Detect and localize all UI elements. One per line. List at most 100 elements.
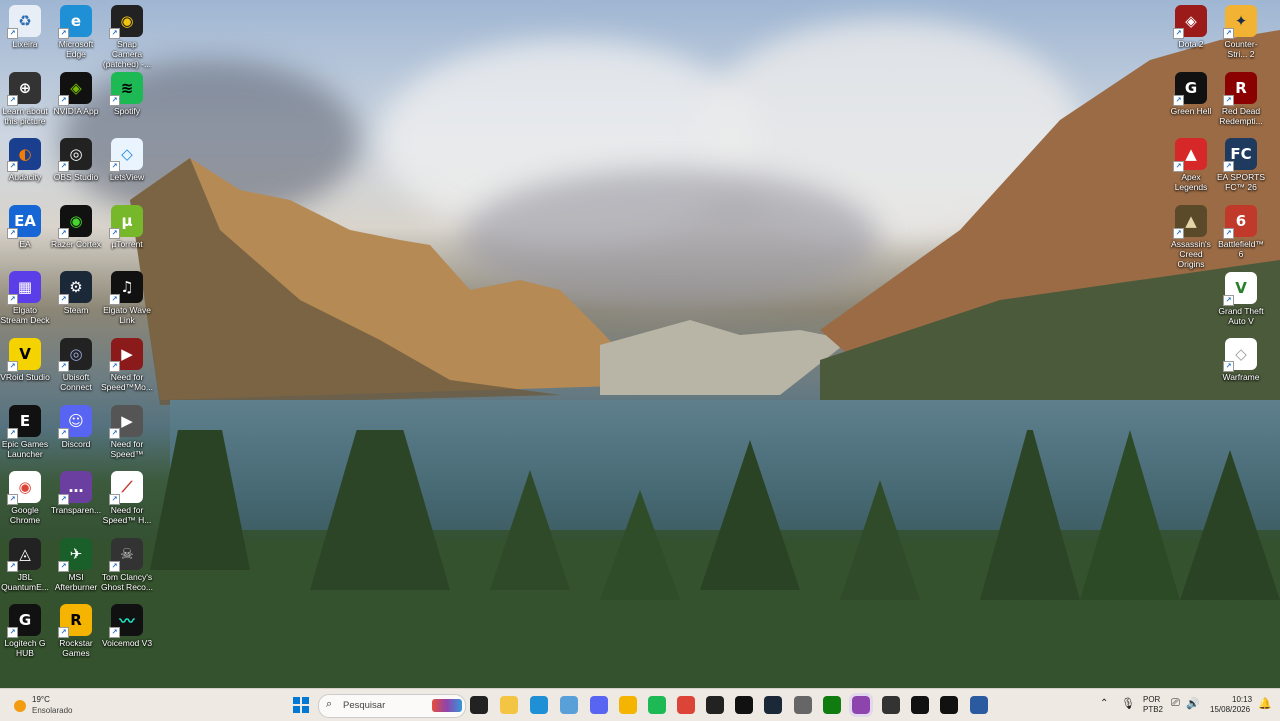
desktop-icon-label: EA [19, 238, 31, 249]
taskbar-task-view-icon[interactable] [470, 696, 488, 714]
windows-start-icon[interactable] [292, 696, 310, 714]
taskbar-voicemod-icon[interactable] [940, 696, 958, 714]
taskbar-chrome-icon[interactable] [677, 696, 695, 714]
clock-time[interactable]: 10:13 [1232, 695, 1252, 704]
app-icon: ◐ ↗ [7, 138, 41, 173]
desktop-icon[interactable]: ☠ ↗ Tom Clancy's Ghost Reco... [101, 535, 153, 592]
desktop-icon[interactable]: 6 ↗ Battlefield™ 6 [1215, 202, 1267, 259]
app-icon: e ↗ [58, 5, 92, 39]
desktop-icon[interactable]: ◎ ↗ OBS Studio [50, 135, 102, 182]
taskbar-settings-icon[interactable] [794, 696, 812, 714]
desktop-icon[interactable]: E ↗ Epic Games Launcher [0, 402, 51, 459]
app-icon: ⊕ ↗ [7, 71, 41, 106]
desktop-icon[interactable]: EA ↗ EA [0, 202, 51, 249]
taskbar-steam-icon[interactable] [764, 696, 782, 714]
app-icon: G ↗ [1173, 72, 1207, 106]
volume-icon[interactable]: 🔊 [1186, 697, 1200, 710]
taskbar-photos-icon[interactable] [560, 696, 578, 714]
desktop-icon[interactable]: V ↗ VRoid Studio [0, 335, 51, 382]
shortcut-arrow-icon: ↗ [1223, 95, 1234, 106]
taskbar-discord-icon[interactable] [590, 696, 608, 714]
taskbar-rockstar-icon[interactable] [619, 696, 637, 714]
shortcut-arrow-icon: ↗ [109, 494, 120, 506]
desktop-icon[interactable]: ◉ ↗ Google Chrome [0, 468, 51, 525]
taskbar-transparent-app-icon[interactable] [849, 693, 873, 717]
desktop-icon-label: Warframe [1222, 372, 1260, 382]
desktop-icon[interactable]: V ↗ Grand Theft Auto V [1215, 269, 1267, 326]
taskbar-xbox-icon[interactable] [823, 696, 841, 714]
taskbar-file-explorer-icon[interactable] [500, 696, 518, 714]
desktop-icon[interactable]: ◇ ↗ Warframe [1215, 335, 1267, 382]
taskbar: 19°C Ensolarado ⌕ Pesquisar ⌃ 🎙 POR PTB2… [0, 688, 1280, 721]
desktop-icon[interactable]: ◐ ↗ Audacity [0, 135, 51, 182]
taskbar-logitech-icon[interactable] [735, 696, 753, 714]
desktop-icon[interactable]: ◎ ↗ Ubisoft Connect [50, 335, 102, 392]
search-box[interactable]: ⌕ Pesquisar [318, 694, 466, 718]
shortcut-arrow-icon: ↗ [1223, 228, 1234, 239]
desktop-icon[interactable]: R ↗ Red Dead Redempti... [1215, 69, 1267, 126]
taskbar-obs-icon[interactable] [882, 696, 900, 714]
desktop-icon[interactable]: ♻ ↗ Lixeira [0, 2, 51, 49]
desktop-icon[interactable]: ⟋ ↗ Need for Speed™ H... [101, 468, 153, 525]
desktop-icon[interactable]: ▲ ↗ Apex Legends [1165, 135, 1217, 192]
desktop-icon[interactable]: G ↗ Logitech G HUB [0, 601, 51, 658]
microphone-icon[interactable]: 🎙 [1121, 697, 1135, 710]
taskbar-wave-link-icon[interactable] [911, 696, 929, 714]
shortcut-arrow-icon: ↗ [1173, 161, 1184, 172]
desktop-icon[interactable]: ▦ ↗ Elgato Stream Deck [0, 268, 51, 325]
desktop-icon[interactable]: FC ↗ EA SPORTS FC™ 26 [1215, 135, 1267, 192]
desktop-icon[interactable]: ⚙ ↗ Steam [50, 268, 102, 315]
taskbar-edge-icon[interactable] [530, 696, 548, 714]
chevron-up-icon[interactable]: ⌃ [1100, 698, 1108, 709]
shortcut-arrow-icon: ↗ [58, 94, 69, 106]
desktop-icon-label: Transparen... [50, 505, 102, 516]
desktop-icon-label: Audacity [8, 172, 42, 183]
app-icon: V ↗ [7, 338, 41, 372]
shortcut-arrow-icon: ↗ [1223, 28, 1234, 39]
desktop-icon-label: Google Chrome [9, 505, 41, 526]
network-icon[interactable]: ⎚ [1171, 697, 1180, 710]
desktop-icon[interactable]: ✦ ↗ Counter-Stri... 2 [1215, 2, 1267, 59]
app-icon: ▲ ↗ [1173, 205, 1207, 239]
desktop-icon[interactable]: µ ↗ µTorrent [101, 202, 153, 249]
app-icon: 〰 ↗ [109, 604, 143, 639]
desktop-icon-label: LetsView [109, 172, 145, 183]
desktop-icon[interactable]: ◈ ↗ NVIDIA App [50, 69, 102, 116]
desktop-icon[interactable]: ◈ ↗ Dota 2 [1165, 2, 1217, 49]
desktop-icon-label: Lixeira [12, 39, 38, 49]
desktop-icon[interactable]: G ↗ Green Hell [1165, 69, 1217, 116]
shortcut-arrow-icon: ↗ [7, 560, 18, 572]
desktop-icon[interactable]: ◬ ↗ JBL QuantumE... [0, 535, 51, 592]
clock-date[interactable]: 15/08/2026 [1210, 705, 1250, 714]
desktop-icon[interactable]: ▲ ↗ Assassin's Creed Origins [1165, 202, 1217, 269]
desktop-icon[interactable]: ◉ ↗ Snap Camera (patched) -... [101, 2, 153, 69]
desktop-icon[interactable]: ◉ ↗ Razer Cortex [50, 202, 102, 249]
app-icon: G ↗ [7, 604, 41, 639]
taskbar-spotify-icon[interactable] [648, 696, 666, 714]
app-icon: ◈ ↗ [1173, 5, 1207, 39]
shortcut-arrow-icon: ↗ [109, 427, 120, 439]
desktop-icon[interactable]: e ↗ Microsoft Edge [50, 2, 102, 59]
weather-temp: 19°C [32, 695, 50, 704]
notification-bell-icon[interactable]: 🔔 [1258, 697, 1272, 710]
keyboard-layout[interactable]: PTB2 [1143, 705, 1163, 714]
desktop-icon[interactable]: ✈ ↗ MSI Afterburner [50, 535, 102, 592]
desktop-icon[interactable]: ♫ ↗ Elgato Wave Link [101, 268, 153, 325]
desktop-icon-label: Battlefield™ 6 [1218, 239, 1264, 259]
app-icon: EA ↗ [7, 204, 41, 239]
desktop-icon[interactable]: ⊕ ↗ Learn about this picture [0, 69, 51, 126]
desktop-icon[interactable]: … ↗ Transparen... [50, 468, 102, 515]
desktop-icon-label: Need for Speed™ [110, 438, 144, 459]
desktop-icon[interactable]: ▶ ↗ Need for Speed™Mo... [101, 335, 153, 392]
app-icon: ⚙ ↗ [58, 271, 92, 306]
desktop-icon[interactable]: ▶ ↗ Need for Speed™ [101, 402, 153, 459]
desktop-icon[interactable]: ◇ ↗ LetsView [101, 135, 153, 182]
desktop-icon-label: NVIDIA App [53, 105, 99, 116]
language-indicator[interactable]: POR [1143, 695, 1160, 704]
desktop-icon[interactable]: 〰 ↗ Voicemod V3 [101, 601, 153, 648]
desktop-icon[interactable]: ☺ ↗ Discord [50, 402, 102, 449]
desktop-icon[interactable]: R ↗ Rockstar Games [50, 601, 102, 658]
desktop-icon[interactable]: ≋ ↗ Spotify [101, 69, 153, 116]
taskbar-nfs-icon[interactable] [970, 696, 988, 714]
taskbar-jbl-icon[interactable] [706, 696, 724, 714]
